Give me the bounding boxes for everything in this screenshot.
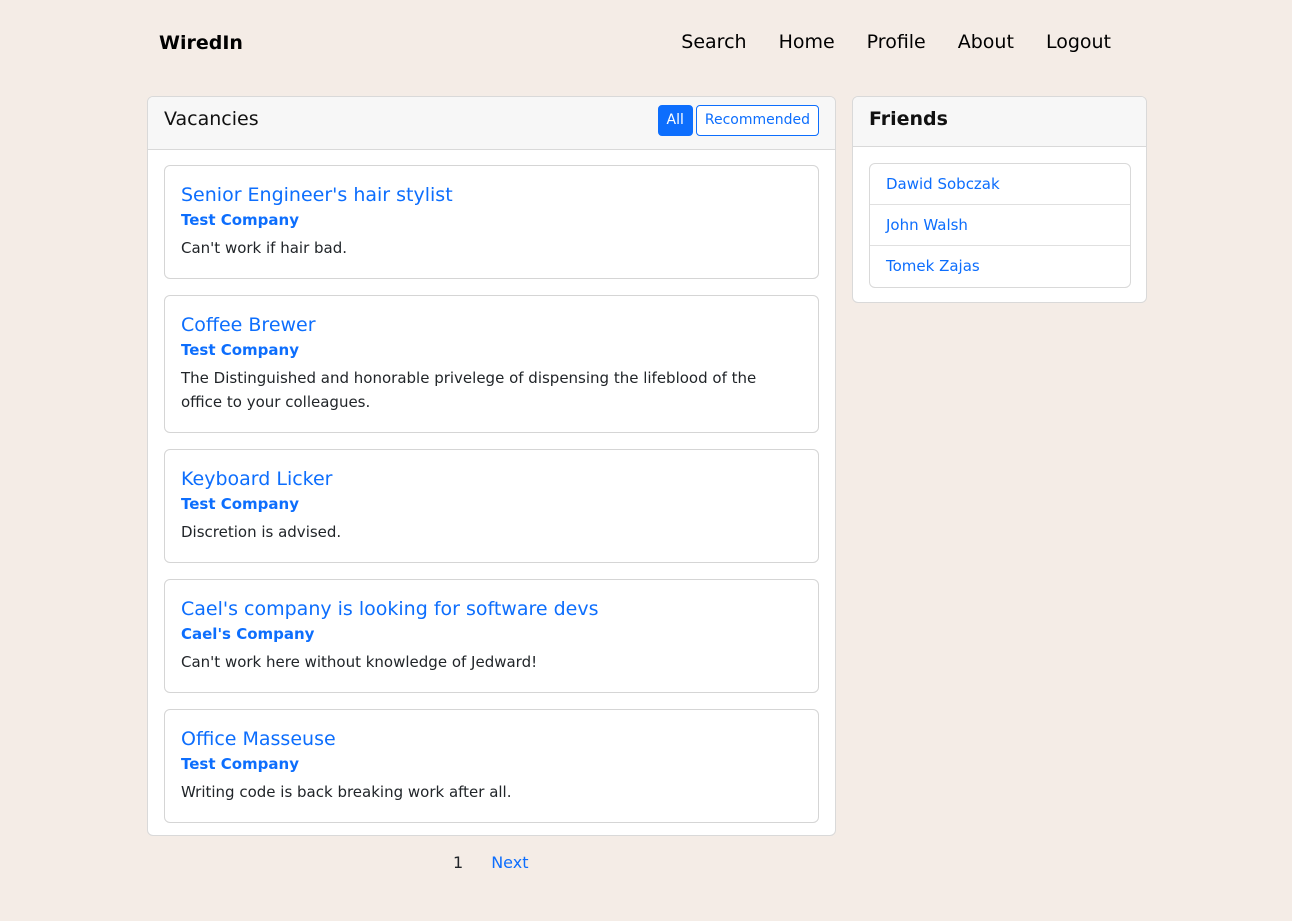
vacancy-company-link[interactable]: Test Company xyxy=(181,209,802,231)
nav-link-about[interactable]: About xyxy=(958,31,1014,53)
pagination: 1 Next xyxy=(453,853,528,872)
nav-link-logout[interactable]: Logout xyxy=(1046,31,1111,53)
vacancy-description: Writing code is back breaking work after… xyxy=(181,783,512,801)
friend-link[interactable]: Dawid Sobczak xyxy=(870,164,1130,205)
vacancy-company-link[interactable]: Test Company xyxy=(181,753,802,775)
vacancy-title-link[interactable]: Coffee Brewer xyxy=(181,312,802,338)
vacancies-card: Vacancies All Recommended Senior Enginee… xyxy=(147,96,836,836)
vacancy-title-link[interactable]: Keyboard Licker xyxy=(181,466,802,492)
friends-card: Friends Dawid Sobczak John Walsh Tomek Z… xyxy=(852,96,1147,303)
vacancy-description: Can't work if hair bad. xyxy=(181,239,348,257)
friend-list: Dawid Sobczak John Walsh Tomek Zajas xyxy=(869,163,1131,288)
vacancy-list: Senior Engineer's hair stylist Test Comp… xyxy=(164,165,819,835)
friends-title: Friends xyxy=(869,108,948,130)
friend-link[interactable]: John Walsh xyxy=(870,205,1130,246)
navbar: WiredIn Search Home Profile About Logout xyxy=(0,0,1292,90)
vacancy-filter-group: All Recommended xyxy=(657,105,819,136)
vacancy-description: Can't work here without knowledge of Jed… xyxy=(181,653,538,671)
vacancies-header: Vacancies All Recommended xyxy=(148,97,835,150)
vacancy-title-link[interactable]: Office Masseuse xyxy=(181,726,802,752)
nav-link-home[interactable]: Home xyxy=(779,31,835,53)
friends-header: Friends xyxy=(853,97,1146,147)
vacancy-title-link[interactable]: Senior Engineer's hair stylist xyxy=(181,182,802,208)
vacancy-title-link[interactable]: Cael's company is looking for software d… xyxy=(181,596,802,622)
vacancy-item: Coffee Brewer Test Company The Distingui… xyxy=(164,295,819,433)
filter-recommended-button[interactable]: Recommended xyxy=(695,105,819,136)
brand-logo[interactable]: WiredIn xyxy=(159,32,243,54)
page-current: 1 xyxy=(453,853,464,872)
nav-link-search[interactable]: Search xyxy=(681,31,746,53)
vacancy-description: The Distinguished and honorable priveleg… xyxy=(181,369,757,411)
vacancies-title: Vacancies xyxy=(164,108,259,130)
vacancy-item: Cael's company is looking for software d… xyxy=(164,579,819,693)
filter-all-button[interactable]: All xyxy=(657,105,693,136)
vacancy-company-link[interactable]: Test Company xyxy=(181,493,802,515)
vacancy-item: Senior Engineer's hair stylist Test Comp… xyxy=(164,165,819,279)
nav-links: Search Home Profile About Logout xyxy=(681,31,1111,53)
vacancy-item: Office Masseuse Test Company Writing cod… xyxy=(164,709,819,823)
vacancy-company-link[interactable]: Cael's Company xyxy=(181,623,802,645)
vacancy-item: Keyboard Licker Test Company Discretion … xyxy=(164,449,819,563)
friend-link[interactable]: Tomek Zajas xyxy=(870,246,1130,287)
nav-link-profile[interactable]: Profile xyxy=(867,31,926,53)
vacancy-description: Discretion is advised. xyxy=(181,523,342,541)
vacancy-company-link[interactable]: Test Company xyxy=(181,339,802,361)
next-page-link[interactable]: Next xyxy=(491,853,528,872)
